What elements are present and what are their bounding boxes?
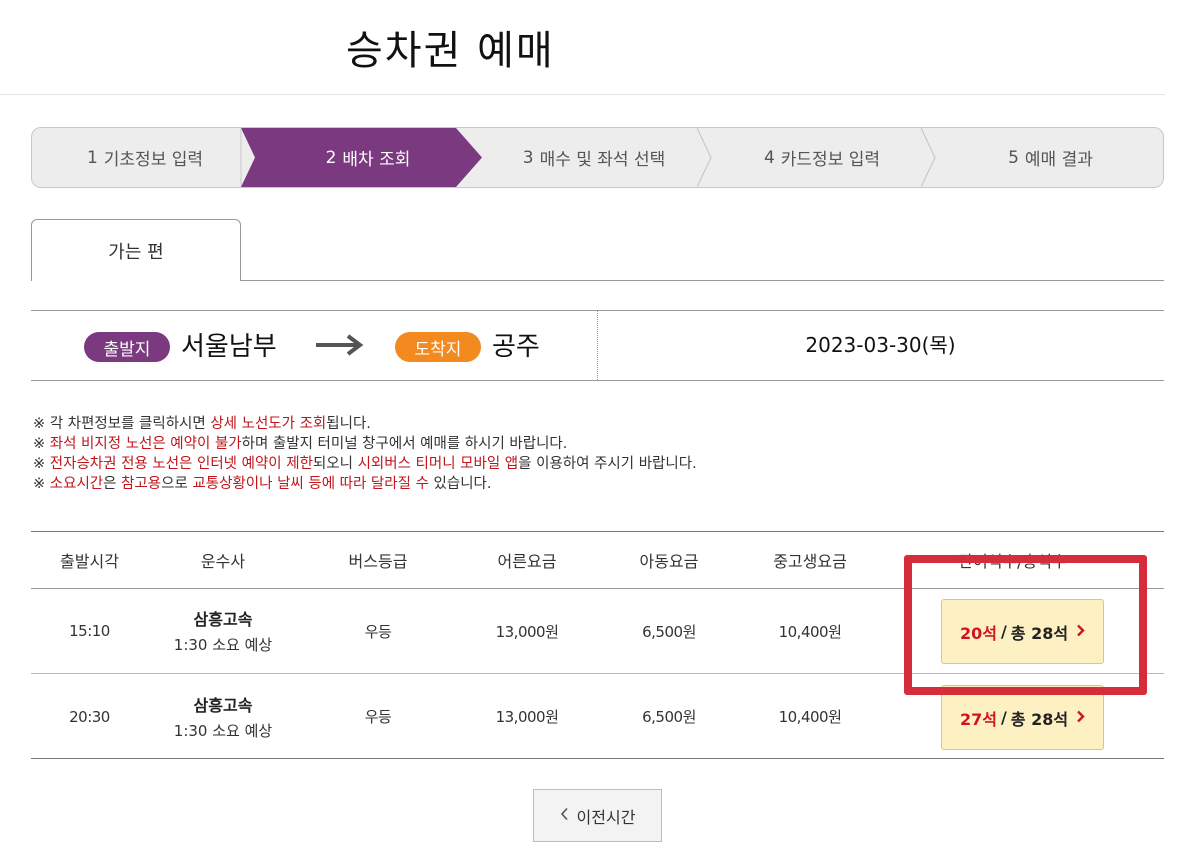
- company-name: 삼흥고속: [193, 696, 253, 715]
- previous-times-label: 이전시간: [576, 807, 636, 827]
- child-fare: 6,500원: [642, 622, 696, 641]
- teen-fare: 10,400원: [778, 708, 842, 726]
- notice-text: ※: [33, 456, 50, 472]
- tab-underline: [240, 280, 1164, 281]
- notice-text: 됩니다.: [326, 416, 371, 432]
- step-4: 4 카드정보 입력: [763, 147, 881, 171]
- step-3: 3 매수 및 좌석 선택: [522, 147, 666, 171]
- notice-emphasis: 소요시간: [49, 476, 104, 492]
- step-indicator: 1 기초정보 입력 2 배차 조회 3 매수 및 좌석 선택 4 카드정보 입력 5 예매…: [31, 127, 1164, 188]
- notice-text: 을 이용하여 주시기 바랍니다.: [518, 456, 697, 472]
- departure-date: 2023-03-30(목): [805, 333, 956, 357]
- chevron-right-icon: [1076, 708, 1085, 727]
- title-divider: [0, 94, 1165, 95]
- notice-emphasis: 전자승차권 전용 노선은 인터넷 예약이 제한: [49, 456, 313, 472]
- long-arrow-right-icon: [316, 334, 364, 356]
- total-seats: 총 28석: [1010, 709, 1069, 729]
- notice-emphasis: 교통상황이나 날씨 등에 따라 달라질 수: [192, 476, 429, 492]
- notice-list: ※ 각 차편정보를 클릭하시면 상세 노선도가 조회됩니다. ※ 좌석 비지정 노…: [33, 414, 697, 494]
- notice-emphasis: 참고용: [121, 476, 162, 492]
- step-5: 5 예매 결과: [1008, 147, 1093, 171]
- remaining-seats: 27석: [959, 709, 997, 729]
- adult-fare: 13,000원: [495, 708, 559, 726]
- company-name: 삼흥고속: [193, 610, 253, 629]
- notice-text: ※ 각 차편정보를 클릭하시면: [33, 416, 211, 432]
- bus-company: 삼흥고속 1:30 소요 예상: [148, 606, 298, 655]
- annotation-highlight-box: [904, 555, 1147, 695]
- previous-times-button[interactable]: 이전시간: [533, 789, 662, 842]
- arrival-badge: 도착지: [395, 332, 481, 362]
- page-title: 승차권 예매: [346, 28, 555, 74]
- notice-text: ※: [33, 436, 50, 452]
- notice-text: ※: [33, 476, 50, 492]
- bus-grade: 우등: [364, 622, 392, 641]
- route-summary: 출발지 서울남부 도착지 공주 2023-03-30(목): [31, 310, 1164, 381]
- col-header-child-fare: 아동요금: [639, 552, 699, 571]
- seat-separator: /: [1000, 708, 1007, 727]
- col-header-company: 운수사: [200, 552, 246, 571]
- departure-badge: 출발지: [84, 332, 170, 362]
- departure-time: 15:10: [69, 622, 110, 640]
- notice-emphasis: 상세 노선도가 조회: [210, 416, 327, 432]
- notice-emphasis: 시외버스 티머니 모바일 앱: [357, 456, 519, 472]
- notice-emphasis: 좌석 비지정 노선은 예약이 불가: [49, 436, 242, 452]
- tab-outbound[interactable]: 가는 편: [31, 219, 241, 281]
- notice-line: ※ 좌석 비지정 노선은 예약이 불가하며 출발지 터미널 창구에서 예매를 하…: [33, 434, 697, 454]
- notice-line: ※ 전자승차권 전용 노선은 인터넷 예약이 제한되오니 시외버스 티머니 모바…: [33, 454, 697, 474]
- notice-text: 있습니다.: [428, 476, 492, 492]
- notice-text: 으로: [161, 476, 193, 492]
- step-2-active: 2 배차 조회: [325, 147, 411, 171]
- departure-time: 20:30: [69, 707, 110, 726]
- chevron-left-icon: [560, 806, 569, 825]
- step-1: 1 기초정보 입력: [86, 147, 204, 171]
- teen-fare: 10,400원: [778, 622, 842, 641]
- child-fare: 6,500원: [642, 708, 696, 726]
- bus-grade: 우등: [364, 708, 392, 726]
- col-header-adult-fare: 어른요금: [497, 552, 557, 571]
- notice-text: 은: [103, 476, 122, 492]
- bus-company: 삼흥고속 1:30 소요 예상: [148, 692, 298, 741]
- arrival-city: 공주: [492, 332, 540, 362]
- travel-duration: 1:30 소요 예상: [173, 636, 273, 654]
- departure-city: 서울남부: [181, 332, 277, 362]
- col-header-teen-fare: 중고생요금: [773, 552, 847, 571]
- adult-fare: 13,000원: [495, 622, 559, 641]
- notice-text: 되오니: [312, 456, 358, 472]
- col-header-departure-time: 출발시각: [60, 552, 119, 571]
- notice-line: ※ 소요시간은 참고용으로 교통상황이나 날씨 등에 따라 달라질 수 있습니다…: [33, 474, 697, 494]
- travel-duration: 1:30 소요 예상: [173, 722, 273, 740]
- notice-text: 하며 출발지 터미널 창구에서 예매를 하시기 바랍니다.: [241, 436, 568, 452]
- notice-line: ※ 각 차편정보를 클릭하시면 상세 노선도가 조회됩니다.: [33, 414, 697, 434]
- col-header-bus-grade: 버스등급: [348, 552, 408, 571]
